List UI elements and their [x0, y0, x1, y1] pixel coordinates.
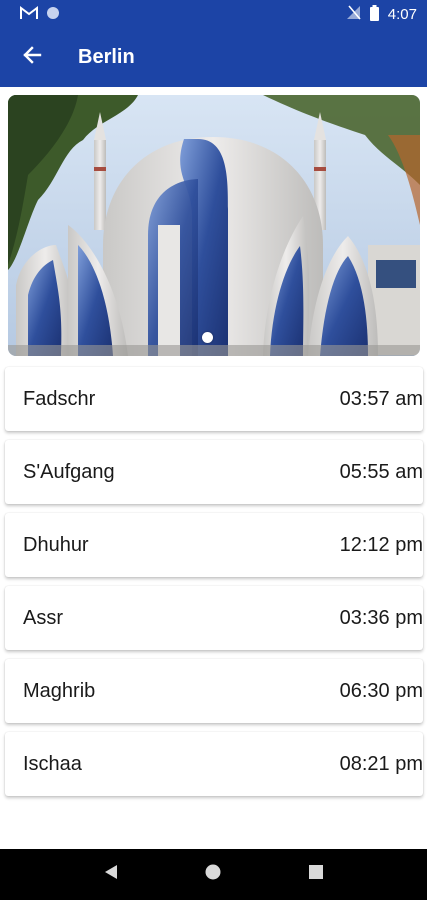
prayer-name: Assr [23, 606, 63, 629]
no-signal-icon [346, 5, 361, 23]
prayer-time: 08:21 pm [339, 752, 423, 775]
prayer-time: 06:30 pm [339, 679, 423, 702]
prayer-card-dhuhur[interactable]: Dhuhur 12:12 pm [5, 513, 423, 577]
carousel-indicator-dot[interactable] [202, 332, 213, 343]
prayer-card-saufgang[interactable]: S'Aufgang 05:55 am [5, 440, 423, 504]
prayer-card-ischaa[interactable]: Ischaa 08:21 pm [5, 732, 423, 796]
prayer-name: Dhuhur [23, 533, 89, 556]
prayer-name: Ischaa [23, 752, 82, 775]
prayer-time: 05:55 am [339, 460, 423, 483]
mosque-photo [8, 95, 420, 356]
prayer-time: 12:12 pm [339, 533, 423, 556]
status-right: 4:07 [346, 4, 417, 24]
hero-image-carousel[interactable] [8, 95, 420, 356]
back-triangle-icon[interactable] [104, 864, 118, 885]
recents-square-icon[interactable] [309, 865, 324, 884]
prayer-name: Fadschr [23, 387, 96, 410]
prayer-name: S'Aufgang [23, 460, 115, 483]
battery-icon [369, 4, 379, 24]
home-circle-icon[interactable] [205, 864, 221, 885]
back-button[interactable] [0, 28, 64, 87]
prayer-time: 03:36 pm [339, 606, 423, 629]
prayer-time: 03:57 am [339, 387, 423, 410]
status-left [20, 5, 60, 23]
circle-icon [46, 6, 60, 23]
prayer-card-maghrib[interactable]: Maghrib 06:30 pm [5, 659, 423, 723]
system-nav-bar [0, 849, 427, 900]
page-title: Berlin [78, 46, 135, 68]
prayer-name: Maghrib [23, 679, 96, 702]
prayer-times-list: Fadschr 03:57 am S'Aufgang 05:55 am Dhuh… [5, 367, 423, 805]
app-bar: Berlin [0, 28, 427, 87]
status-bar: 4:07 [0, 0, 427, 28]
prayer-card-assr[interactable]: Assr 03:36 pm [5, 586, 423, 650]
status-time: 4:07 [387, 5, 417, 23]
arrow-back-icon [22, 45, 42, 70]
gmail-icon [20, 5, 38, 23]
prayer-card-fadschr[interactable]: Fadschr 03:57 am [5, 367, 423, 431]
